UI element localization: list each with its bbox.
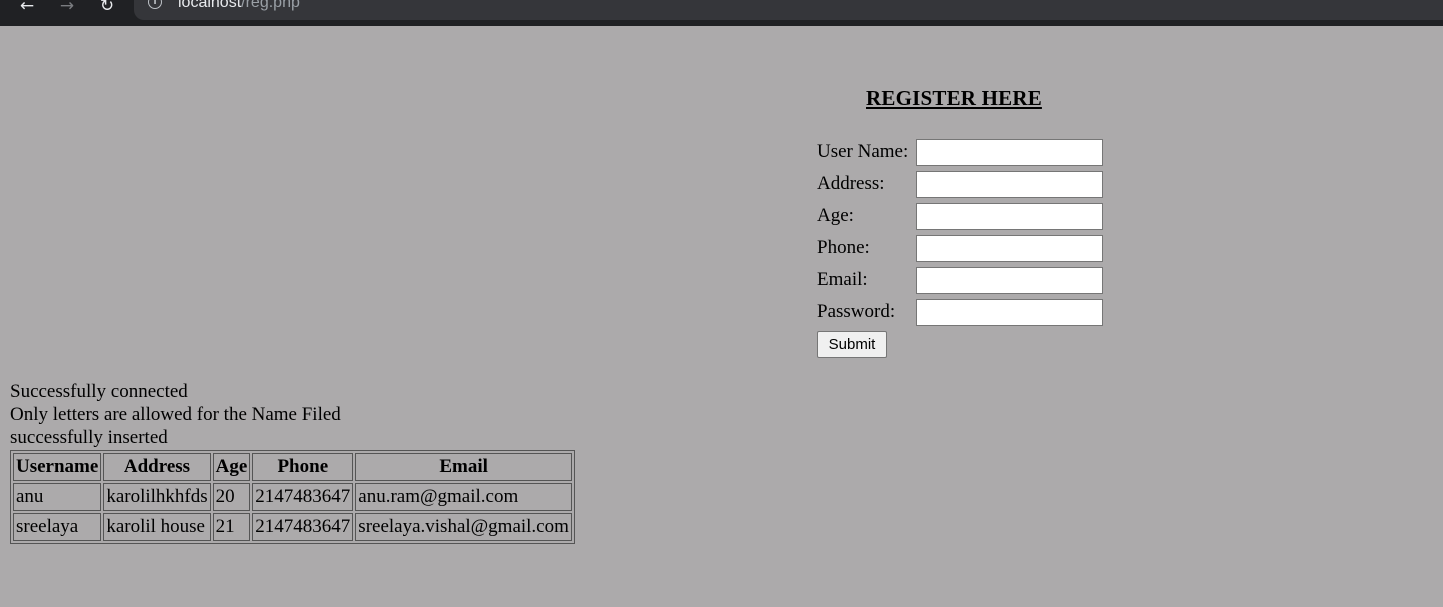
cell-phone: 2147483647 (252, 513, 354, 541)
address-bar[interactable]: i localhost/reg.php (134, 0, 1443, 20)
address-label: Address: (817, 173, 885, 194)
url-host: localhost (178, 0, 242, 11)
email-input[interactable] (916, 267, 1103, 294)
cell-phone: 2147483647 (252, 483, 354, 511)
cell-age: 21 (212, 513, 251, 541)
back-button[interactable]: ← (16, 0, 38, 18)
register-heading: REGISTER HERE (866, 86, 1042, 110)
info-icon[interactable]: i (148, 0, 162, 9)
status-messages: Successfully connected Only letters are … (10, 380, 341, 449)
arrow-left-icon: ← (19, 0, 35, 16)
status-message: Successfully connected (10, 381, 188, 402)
table-header-row: Username Address Age Phone Email (13, 453, 572, 481)
table-row: sreelaya karolil house 21 2147483647 sre… (13, 513, 572, 541)
password-input[interactable] (916, 299, 1103, 326)
url-path: /reg.php (241, 0, 300, 11)
age-label: Age: (817, 205, 854, 226)
cell-username: sreelaya (13, 513, 102, 541)
email-label: Email: (817, 269, 868, 290)
table-row: anu karolilhkhfds 20 2147483647 anu.ram@… (13, 483, 572, 511)
browser-toolbar: ← → ↻ i localhost/reg.php (0, 0, 1443, 26)
username-input[interactable] (916, 139, 1103, 166)
column-header-phone: Phone (252, 453, 354, 481)
address-input[interactable] (916, 171, 1103, 198)
age-input[interactable] (916, 203, 1103, 230)
cell-address: karolilhkhfds (103, 483, 211, 511)
cell-username: anu (13, 483, 102, 511)
cell-email: anu.ram@gmail.com (355, 483, 572, 511)
column-header-age: Age (212, 453, 251, 481)
status-message: successfully inserted (10, 427, 168, 448)
reload-button[interactable]: ↻ (96, 0, 118, 18)
cell-age: 20 (212, 483, 251, 511)
reload-icon: ↻ (99, 0, 115, 16)
phone-input[interactable] (916, 235, 1103, 262)
cell-email: sreelaya.vishal@gmail.com (355, 513, 572, 541)
url-text[interactable]: localhost/reg.php (178, 0, 300, 12)
column-header-address: Address (103, 453, 211, 481)
password-label: Password: (817, 301, 896, 322)
submit-button[interactable]: Submit (817, 331, 887, 358)
status-message: Only letters are allowed for the Name Fi… (10, 404, 341, 425)
cell-address: karolil house (103, 513, 211, 541)
forward-button[interactable]: → (56, 0, 78, 18)
column-header-username: Username (13, 453, 102, 481)
arrow-right-icon: → (59, 0, 75, 16)
column-header-email: Email (355, 453, 572, 481)
users-table: Username Address Age Phone Email anu kar… (10, 450, 575, 544)
username-label: User Name: (817, 141, 909, 162)
phone-label: Phone: (817, 237, 870, 258)
